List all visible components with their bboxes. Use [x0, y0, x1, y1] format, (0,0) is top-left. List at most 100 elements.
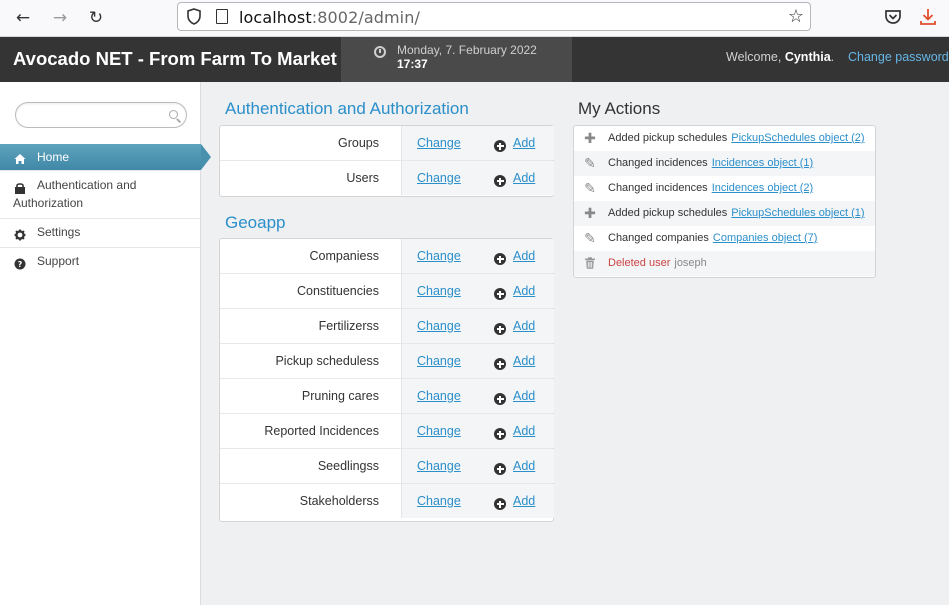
add-link[interactable]: Add: [513, 494, 535, 508]
shield-icon[interactable]: [187, 8, 201, 25]
action-item: ✎ Changed incidences Incidences object (2…: [574, 176, 875, 201]
table-row: Groups Change Add: [220, 126, 554, 161]
change-link[interactable]: Change: [417, 424, 461, 438]
add-circle-icon: [494, 253, 506, 265]
action-description: Changed incidences: [608, 157, 708, 169]
module-title-auth[interactable]: Authentication and Authorization: [225, 99, 469, 119]
table-row: Users Change Add: [220, 161, 554, 196]
trash-icon: [585, 257, 595, 269]
my-actions-list: ✚ Added pickup schedules PickupSchedules …: [573, 125, 876, 278]
action-object-link[interactable]: Incidences object (1): [712, 157, 814, 169]
search-input[interactable]: [15, 102, 187, 128]
change-link[interactable]: Change: [417, 494, 461, 508]
action-text: Changed incidences Incidences object (1): [608, 157, 813, 169]
add-circle-icon: [494, 498, 506, 510]
sidebar-item-auth[interactable]: Authentication and Authorization: [0, 172, 200, 219]
action-text: Added pickup schedules PickupSchedules ob…: [608, 132, 865, 144]
table-row: Constituencies Change Add: [220, 274, 554, 309]
add-link[interactable]: Add: [513, 424, 535, 438]
forward-icon[interactable]: →: [49, 7, 71, 29]
add-link[interactable]: Add: [513, 171, 535, 185]
add-circle-icon: [494, 323, 506, 335]
sidebar-item-settings[interactable]: Settings: [0, 219, 200, 248]
model-name: Reported Incidences: [264, 424, 379, 438]
change-link[interactable]: Change: [417, 249, 461, 263]
sidebar-item-label: Settings: [37, 225, 81, 239]
action-object-link[interactable]: Companies object (7): [713, 232, 818, 244]
row-actions: Change Add: [401, 414, 554, 448]
change-link[interactable]: Change: [417, 389, 461, 403]
add-circle-icon: [494, 428, 506, 440]
change-link[interactable]: Change: [417, 136, 461, 150]
welcome-text: Welcome, Cynthia.: [726, 50, 834, 64]
action-description: Changed companies: [608, 232, 709, 244]
module-auth: Groups Change Add Users Change Add: [219, 125, 554, 197]
search-icon[interactable]: [169, 110, 178, 119]
change-link[interactable]: Change: [417, 354, 461, 368]
change-link[interactable]: Change: [417, 319, 461, 333]
module-title-geoapp[interactable]: Geoapp: [225, 213, 286, 233]
row-actions: Change Add: [401, 239, 554, 273]
row-actions: Change Add: [401, 379, 554, 413]
question-icon: ?: [14, 258, 26, 270]
add-circle-icon: [494, 463, 506, 475]
current-date: Monday, 7. February 2022: [397, 43, 537, 57]
sidebar-item-home[interactable]: Home: [0, 144, 211, 171]
site-header: Avocado NET - From Farm To Market Monday…: [0, 37, 949, 82]
add-link[interactable]: Add: [513, 136, 535, 150]
action-text: Changed companies Companies object (7): [608, 232, 817, 244]
action-text: Changed incidences Incidences object (2): [608, 182, 813, 194]
row-actions: Change Add: [401, 309, 554, 343]
add-circle-icon: [494, 393, 506, 405]
sidebar-item-label: Home: [37, 150, 70, 164]
clock-icon: [374, 46, 386, 58]
model-name: Stakeholderss: [299, 494, 379, 508]
url-path: :8002/admin/: [311, 8, 420, 27]
add-circle-icon: [494, 288, 506, 300]
pencil-icon: ✎: [584, 180, 596, 196]
add-link[interactable]: Add: [513, 354, 535, 368]
home-icon: [14, 154, 26, 164]
table-row: Fertilizerss Change Add: [220, 309, 554, 344]
reload-icon[interactable]: ↻: [85, 7, 107, 29]
add-link[interactable]: Add: [513, 284, 535, 298]
action-object-link[interactable]: PickupSchedules object (1): [731, 207, 864, 219]
plus-icon: ✚: [584, 205, 596, 221]
row-actions: Change Add: [401, 274, 554, 308]
url-text[interactable]: localhost:8002/admin/: [239, 8, 420, 27]
my-actions-title: My Actions: [578, 99, 661, 118]
table-row: Pickup scheduless Change Add: [220, 344, 554, 379]
welcome-prefix: Welcome,: [726, 50, 785, 64]
model-name: Constituencies: [297, 284, 379, 298]
add-link[interactable]: Add: [513, 389, 535, 403]
sidebar-item-support[interactable]: ? Support: [0, 248, 200, 277]
pocket-icon[interactable]: [882, 6, 904, 28]
table-row: Seedlingss Change Add: [220, 449, 554, 484]
row-actions: Change Add: [401, 484, 554, 518]
url-host: localhost: [239, 8, 312, 27]
action-item: ✎ Changed incidences Incidences object (1…: [574, 151, 875, 176]
url-bar[interactable]: localhost:8002/admin/ ☆: [177, 2, 811, 31]
action-item: ✎ Changed companies Companies object (7): [574, 226, 875, 251]
add-link[interactable]: Add: [513, 319, 535, 333]
action-object-link[interactable]: Incidences object (2): [712, 182, 814, 194]
action-object-link[interactable]: PickupSchedules object (2): [731, 132, 864, 144]
back-icon[interactable]: ←: [12, 7, 34, 29]
add-link[interactable]: Add: [513, 249, 535, 263]
change-link[interactable]: Change: [417, 171, 461, 185]
change-link[interactable]: Change: [417, 284, 461, 298]
site-title[interactable]: Avocado NET - From Farm To Market: [13, 48, 337, 70]
browser-toolbar: ← → ↻ localhost:8002/admin/ ☆: [0, 0, 949, 37]
pencil-icon: ✎: [584, 230, 596, 246]
change-password-link[interactable]: Change password: [848, 50, 949, 64]
change-link[interactable]: Change: [417, 459, 461, 473]
pencil-icon: ✎: [584, 155, 596, 171]
action-description: Added pickup schedules: [608, 207, 728, 219]
add-link[interactable]: Add: [513, 459, 535, 473]
table-row: Reported Incidences Change Add: [220, 414, 554, 449]
table-row: Stakeholderss Change Add: [220, 484, 554, 519]
download-icon[interactable]: [917, 6, 939, 28]
model-name: Groups: [338, 136, 379, 150]
bookmark-star-icon[interactable]: ☆: [788, 6, 804, 27]
sidebar-item-label: Authentication and: [37, 178, 137, 192]
